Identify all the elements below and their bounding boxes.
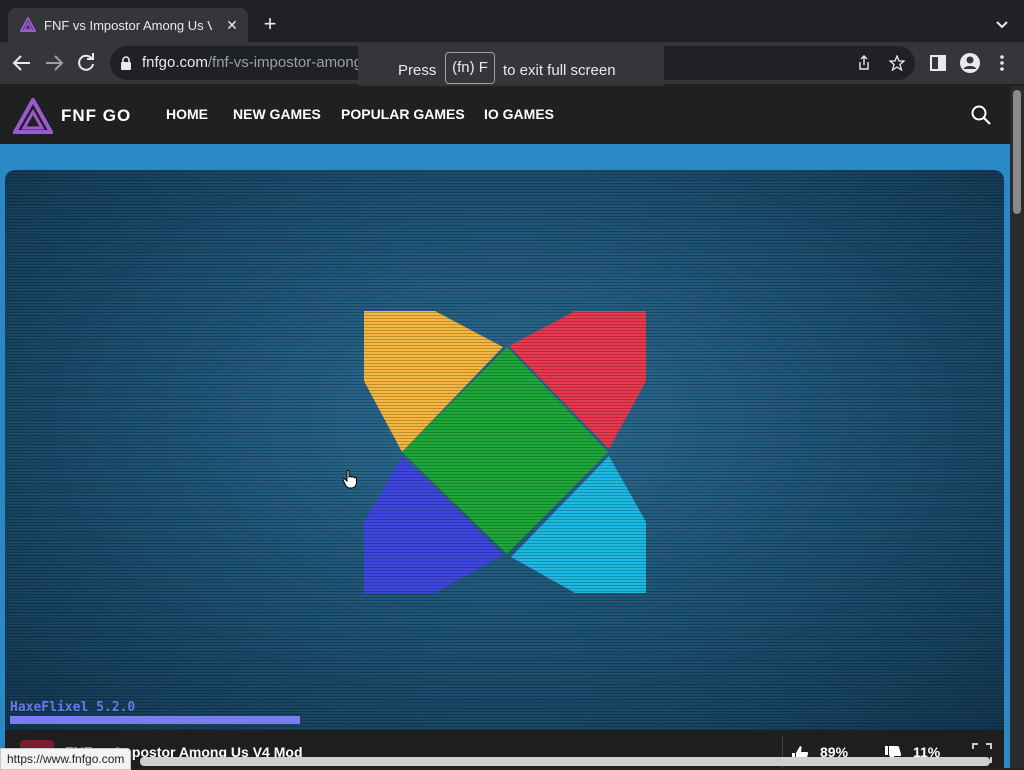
nav-popular-games[interactable]: POPULAR GAMES — [341, 106, 465, 122]
fullscreen-notice: Press (fn) F to exit full screen — [358, 44, 664, 90]
nav-new-games[interactable]: NEW GAMES — [233, 106, 321, 122]
new-tab-icon[interactable]: + — [258, 13, 282, 37]
tab-search-chevron-icon[interactable] — [990, 14, 1014, 36]
loading-progress-bar — [10, 716, 300, 724]
fullscreen-rest-text: to exit full screen — [503, 62, 616, 79]
nav-io-games[interactable]: IO GAMES — [484, 106, 554, 122]
browser-menu-icon[interactable] — [990, 51, 1014, 75]
forward-icon[interactable] — [42, 51, 66, 75]
flixel-version-text: HaxeFlixel 5.2.0 — [10, 700, 136, 715]
game-canvas[interactable]: HaxeFlixel 5.2.0 — [5, 170, 1004, 730]
tab-strip: FNF vs Impostor Among Us V4 ✕ + — [0, 0, 1024, 48]
reload-icon[interactable] — [74, 51, 98, 75]
fnfgo-favicon-icon — [20, 17, 36, 32]
tab-close-icon[interactable]: ✕ — [222, 15, 242, 35]
site-navbar: FNF GO HOME NEW GAMES POPULAR GAMES IO G… — [0, 86, 1010, 144]
hand-cursor-icon — [342, 469, 357, 489]
fnfgo-logo-icon[interactable] — [13, 98, 53, 134]
side-panel-icon[interactable] — [926, 51, 950, 75]
horizontal-scrollbar[interactable] — [140, 757, 990, 766]
search-icon[interactable] — [970, 104, 992, 126]
site-logo-text[interactable]: FNF GO — [61, 106, 131, 126]
share-icon[interactable] — [856, 55, 872, 71]
nav-home[interactable]: HOME — [166, 106, 208, 122]
lock-icon[interactable] — [120, 56, 132, 70]
scrollbar-thumb[interactable] — [1013, 90, 1021, 214]
fullscreen-key: (fn) F — [445, 52, 495, 84]
page-scrollbar[interactable] — [1010, 86, 1024, 768]
back-icon[interactable] — [10, 51, 34, 75]
star-icon[interactable] — [889, 55, 905, 71]
tab-title: FNF vs Impostor Among Us V4 — [44, 18, 212, 33]
status-bubble: https://www.fnfgo.com — [0, 748, 132, 770]
url-host: fnfgo.com — [142, 54, 208, 71]
browser-tab[interactable]: FNF vs Impostor Among Us V4 ✕ — [8, 8, 248, 42]
profile-icon[interactable] — [958, 51, 982, 75]
fullscreen-press-text: Press — [398, 62, 437, 79]
scanline-overlay — [5, 170, 1004, 730]
